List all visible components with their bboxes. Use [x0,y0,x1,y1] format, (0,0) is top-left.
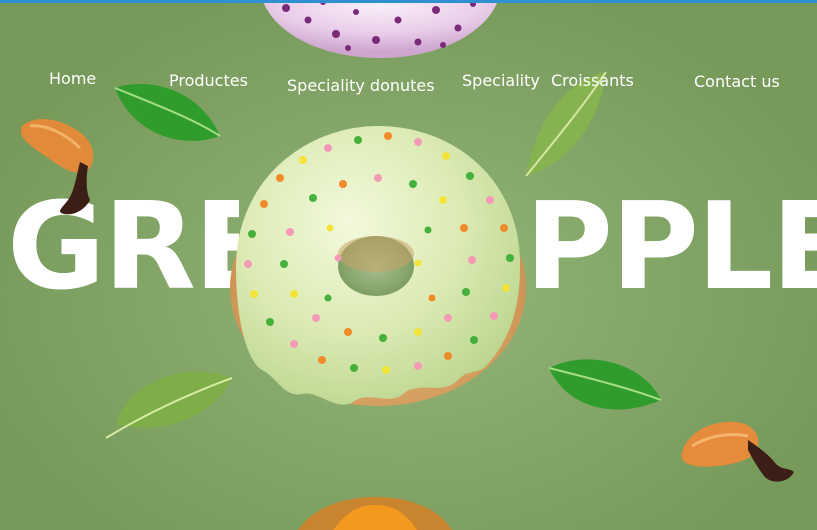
leaf-image [548,359,662,410]
nav-home-link[interactable]: Home [49,69,96,89]
landing-page: GRE PPLE Home Productes Speciality donut… [0,0,817,530]
chocolate-croissant-image [681,421,794,482]
nav-contact-link[interactable]: Contact us [694,72,780,92]
nav-croissants-link[interactable]: Croissants [551,71,634,91]
hero-title-right: PPLE [525,188,817,308]
nav-productes-link[interactable]: Productes [169,71,248,91]
nav-speciality-link[interactable]: Speciality [462,71,540,91]
top-donut-image [262,0,499,58]
nav-speciality-donutes-link[interactable]: Speciality donutes [287,76,435,96]
top-border [0,0,817,3]
leaf-image [105,371,233,439]
main-donut-image [230,126,526,406]
chocolate-croissant-image [20,119,94,215]
bottom-pastry-image [298,497,452,530]
